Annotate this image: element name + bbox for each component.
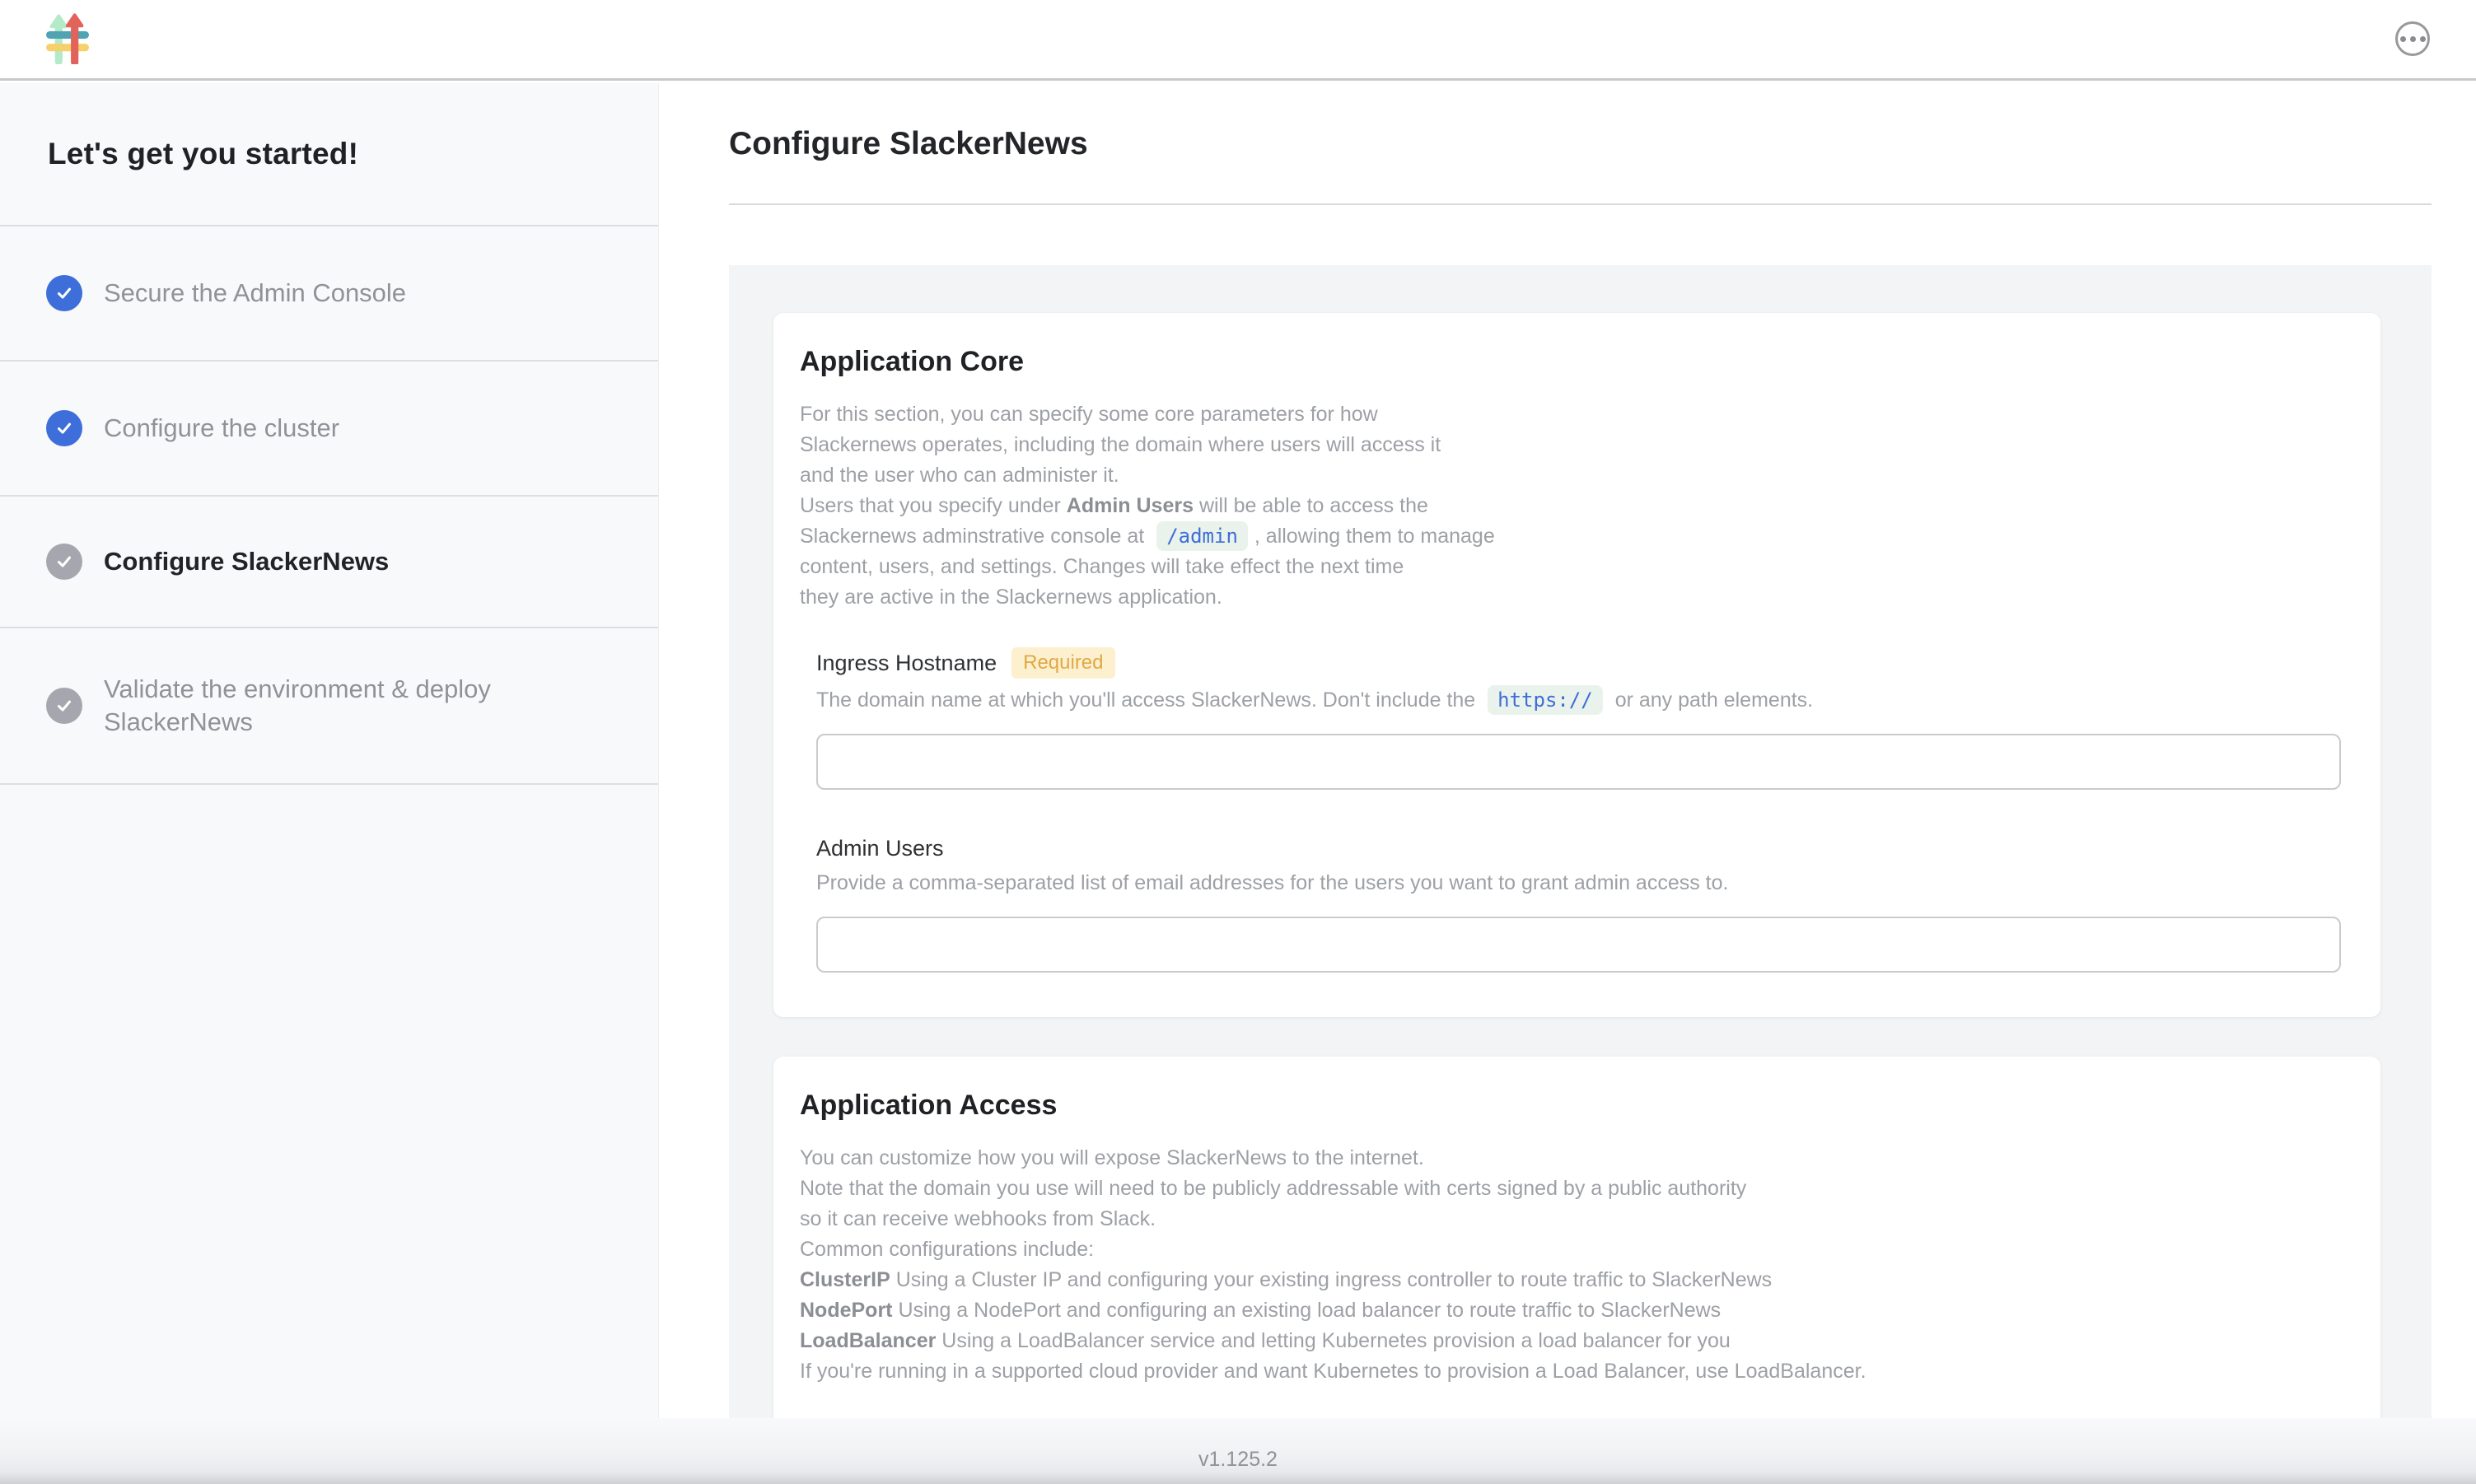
step-label: Secure the Admin Console [104,277,406,310]
check-circle-icon [46,275,82,311]
sidebar-step-configure-cluster[interactable]: Configure the cluster [0,362,658,497]
sidebar-title: Let's get you started! [0,83,658,226]
ellipsis-icon [2400,36,2406,42]
sidebar-step-secure-admin-console[interactable]: Secure the Admin Console [0,226,658,362]
footer: v1.125.2 [0,1418,2476,1484]
sidebar-step-validate-deploy[interactable]: Validate the environment & deploy Slacke… [0,628,658,785]
more-options-button[interactable] [2395,21,2430,56]
slackernews-logo-icon [46,13,89,64]
step-label: Configure SlackerNews [104,545,389,578]
check-circle-icon [46,688,82,724]
card-title: Application Access [800,1090,2339,1122]
field-help: Provide a comma-separated list of email … [816,869,2339,897]
sidebar-step-configure-slackernews[interactable]: Configure SlackerNews [0,497,658,628]
required-badge: Required [1011,647,1114,679]
step-label: Validate the environment & deploy Slacke… [104,673,540,738]
card-description: You can customize how you will expose Sl… [800,1143,2339,1387]
field-label: Ingress Hostname [816,651,997,676]
step-label: Configure the cluster [104,412,339,445]
top-bar [0,0,2476,81]
onboarding-sidebar: Let's get you started! Secure the Admin … [0,83,659,1418]
check-circle-icon [46,544,82,580]
check-circle-icon [46,410,82,446]
config-panel: Application Core For this section, you c… [729,265,2432,1418]
version-label: v1.125.2 [1198,1448,1278,1484]
application-access-card: Application Access You can customize how… [773,1057,2380,1418]
admin-users-field: Admin Users Provide a comma-separated li… [816,836,2339,973]
page-title: Configure SlackerNews [729,126,1088,162]
ingress-hostname-field: Ingress Hostname Required The domain nam… [816,647,2339,790]
field-help: The domain name at which you'll access S… [816,686,2339,714]
field-label: Admin Users [816,836,944,861]
title-divider [729,203,2432,205]
ingress-hostname-input[interactable] [816,734,2341,790]
card-title: Application Core [800,346,2339,378]
application-core-card: Application Core For this section, you c… [773,313,2380,1017]
main-content: Configure SlackerNews Application Core F… [660,83,2476,1418]
card-description: For this section, you can specify some c… [800,399,2339,613]
admin-users-input[interactable] [816,917,2341,973]
ellipsis-icon [2410,36,2416,42]
ellipsis-icon [2420,36,2426,42]
